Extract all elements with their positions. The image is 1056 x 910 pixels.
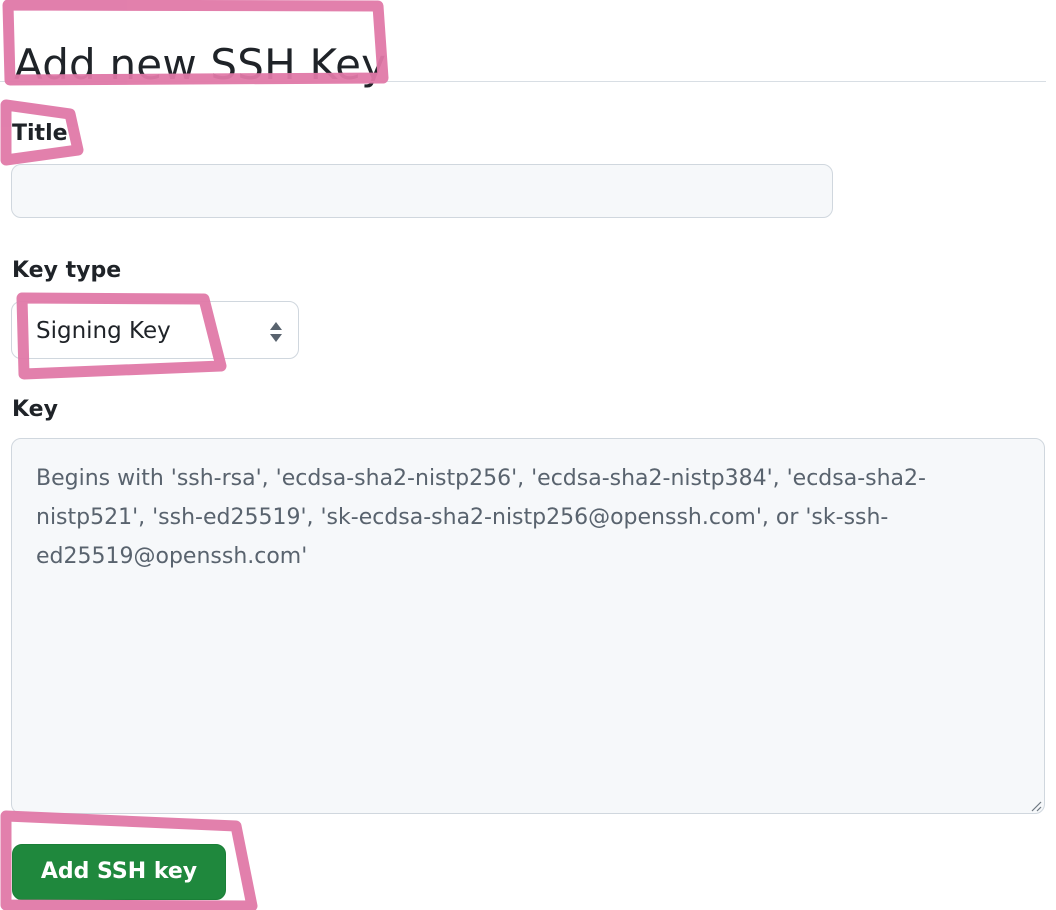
page-title: Add new SSH Key [14,40,387,90]
title-input[interactable] [11,164,833,218]
key-type-select[interactable]: Signing Key [11,301,299,359]
updown-arrows-icon [270,322,282,342]
resize-handle-icon[interactable] [1030,800,1042,812]
key-type-label: Key type [12,258,122,283]
key-label: Key [12,397,58,422]
key-type-selected-value: Signing Key [36,318,171,344]
key-textarea[interactable] [11,438,1045,814]
add-ssh-key-page: Add new SSH Key Title Key type Signing K… [0,0,1056,910]
title-divider [0,81,1046,82]
add-ssh-key-button[interactable]: Add SSH key [12,844,226,900]
title-label: Title [12,121,68,146]
